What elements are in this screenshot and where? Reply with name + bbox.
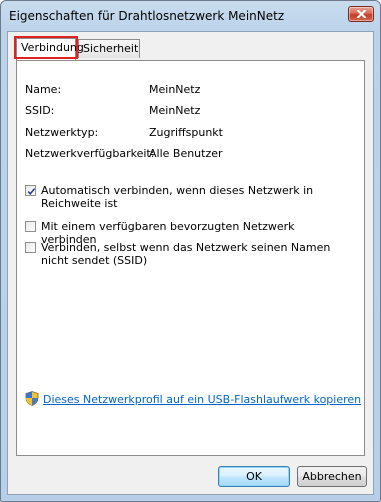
ssid-label: SSID: <box>25 104 55 117</box>
close-icon <box>357 10 366 18</box>
tab-label: Verbindung <box>21 41 84 54</box>
option-auto-connect[interactable]: Automatisch verbinden, wenn dieses Netzw… <box>25 184 345 212</box>
name-value: MeinNetz <box>149 83 201 96</box>
cancel-button[interactable]: Abbrechen <box>297 466 367 487</box>
tab-panel-verbindung: Name: MeinNetz SSID: MeinNetz Netzwerkty… <box>16 60 365 456</box>
option-hidden-ssid[interactable]: Verbinden, selbst wenn das Netzwerk sein… <box>25 241 345 269</box>
option-preferred-network[interactable]: Mit einem verfügbaren bevorzugten Netzwe… <box>25 220 345 246</box>
uac-shield-icon <box>25 391 39 406</box>
window-title: Eigenschaften für Drahtlosnetzwerk MeinN… <box>9 9 285 23</box>
tab-sicherheit[interactable]: Sicherheit <box>78 39 140 58</box>
tab-label: Sicherheit <box>83 42 139 55</box>
copy-profile-to-usb-link[interactable]: Dieses Netzwerkprofil auf ein USB-Flashl… <box>43 393 361 406</box>
checkmark-icon <box>27 188 36 196</box>
hidden-ssid-checkbox[interactable] <box>25 242 36 253</box>
network-type-label: Netzwerktyp: <box>25 126 99 139</box>
name-label: Name: <box>25 83 62 96</box>
availability-label: Netzwerkverfügbarkeit: <box>25 147 155 160</box>
preferred-network-checkbox[interactable] <box>25 221 36 232</box>
hidden-ssid-label: Verbinden, selbst wenn das Netzwerk sein… <box>41 241 331 267</box>
title-bar[interactable]: Eigenschaften für Drahtlosnetzwerk MeinN… <box>1 1 380 31</box>
dialog-window: Eigenschaften für Drahtlosnetzwerk MeinN… <box>0 0 381 502</box>
dialog-client-area: Verbindung Sicherheit Name: MeinNetz SSI… <box>7 31 374 495</box>
ok-button-label: OK <box>246 470 262 483</box>
ssid-value: MeinNetz <box>149 104 201 117</box>
auto-connect-checkbox[interactable] <box>25 185 36 196</box>
ok-button[interactable]: OK <box>218 466 290 487</box>
auto-connect-label: Automatisch verbinden, wenn dieses Netzw… <box>41 184 314 210</box>
cancel-button-label: Abbrechen <box>302 470 362 483</box>
network-type-value: Zugriffspunkt <box>149 126 223 139</box>
availability-value: Alle Benutzer <box>149 147 223 160</box>
close-button[interactable] <box>348 6 374 22</box>
tab-verbindung[interactable]: Verbindung <box>16 38 84 60</box>
